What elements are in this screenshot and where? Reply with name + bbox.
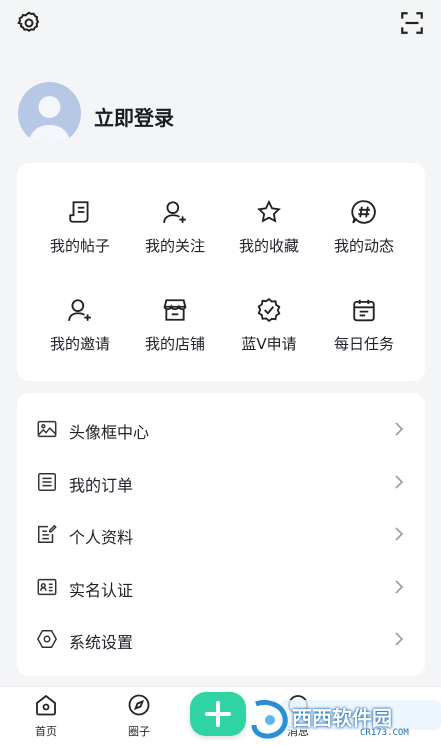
menu-label: 实名认证 [69,581,134,600]
gear-icon[interactable] [16,10,42,36]
top-bar [0,0,441,48]
shortcut-label: 我的帖子 [49,237,110,255]
chevron-right-icon [395,632,404,646]
verified-badge-icon [257,298,281,322]
watermark-text: 西西软件园 [292,706,392,730]
watermark: 西西软件园 CR173.COM [250,694,441,746]
profile-header[interactable]: 立即登录 [18,82,418,146]
hashtag-icon [351,200,376,224]
shortcut-my-posts[interactable]: 我的帖子 [29,199,131,269]
tab-label: 首页 [35,725,57,738]
compass-icon [128,694,150,716]
watermark-url: CR173.COM [360,728,409,738]
menu-real-name-verification[interactable]: 实名认证 [17,562,425,614]
star-icon [257,199,281,223]
chevron-right-icon [395,422,404,436]
shortcut-my-invites[interactable]: 我的邀请 [29,297,131,367]
plus-icon [205,701,231,727]
edit-profile-icon [38,524,57,543]
menu-label: 头像框中心 [69,423,150,442]
hexagon-settings-icon [36,630,58,648]
menu-label: 我的订单 [69,476,134,495]
shortcut-label: 我的店铺 [144,335,205,353]
image-frame-icon [37,420,57,438]
home-icon [36,694,56,716]
tab-circle[interactable]: 圈子 [109,693,169,739]
shortcut-label: 每日任务 [333,335,394,353]
invite-icon [68,299,91,321]
menu-label: 个人资料 [69,528,134,547]
menu-my-orders[interactable]: 我的订单 [17,457,425,509]
menu-system-settings[interactable]: 系统设置 [17,614,425,666]
order-list-icon [38,473,56,491]
id-card-icon [37,578,57,596]
shortcut-label: 蓝V申请 [241,335,297,353]
tab-label: 圈子 [128,725,150,738]
follow-icon [163,201,186,223]
shortcut-my-favorites[interactable]: 我的收藏 [218,199,320,269]
chevron-right-icon [395,475,404,489]
shortcut-daily-tasks[interactable]: 每日任务 [313,297,415,367]
shortcut-blue-v-apply[interactable]: 蓝V申请 [218,297,320,367]
chevron-right-icon [395,527,404,541]
default-avatar[interactable] [18,82,81,145]
menu-card: 头像框中心 我的订单 个人资料 实名认证 系统设置 [17,393,425,676]
tab-home[interactable]: 首页 [16,693,76,739]
calendar-icon [353,299,375,322]
chevron-right-icon [395,580,404,594]
shortcut-label: 我的收藏 [238,237,299,255]
store-icon [163,299,187,321]
post-icon [69,201,89,223]
menu-label: 系统设置 [69,633,134,652]
menu-avatar-frame-center[interactable]: 头像框中心 [17,404,425,456]
shortcut-card: 我的帖子 我的关注 我的收藏 我的动态 我的邀请 我的店铺 蓝V申请 每日任务 [17,163,425,381]
create-post-button[interactable] [190,692,246,736]
shortcut-label: 我的动态 [333,237,394,255]
shortcut-my-store[interactable]: 我的店铺 [124,297,226,367]
shortcut-my-follows[interactable]: 我的关注 [124,199,226,269]
login-link[interactable]: 立即登录 [94,102,174,131]
shortcut-label: 我的关注 [144,237,205,255]
shortcut-my-activity[interactable]: 我的动态 [313,199,415,269]
scan-icon[interactable] [399,10,425,36]
shortcut-label: 我的邀请 [49,335,110,353]
menu-personal-info[interactable]: 个人资料 [17,509,425,561]
